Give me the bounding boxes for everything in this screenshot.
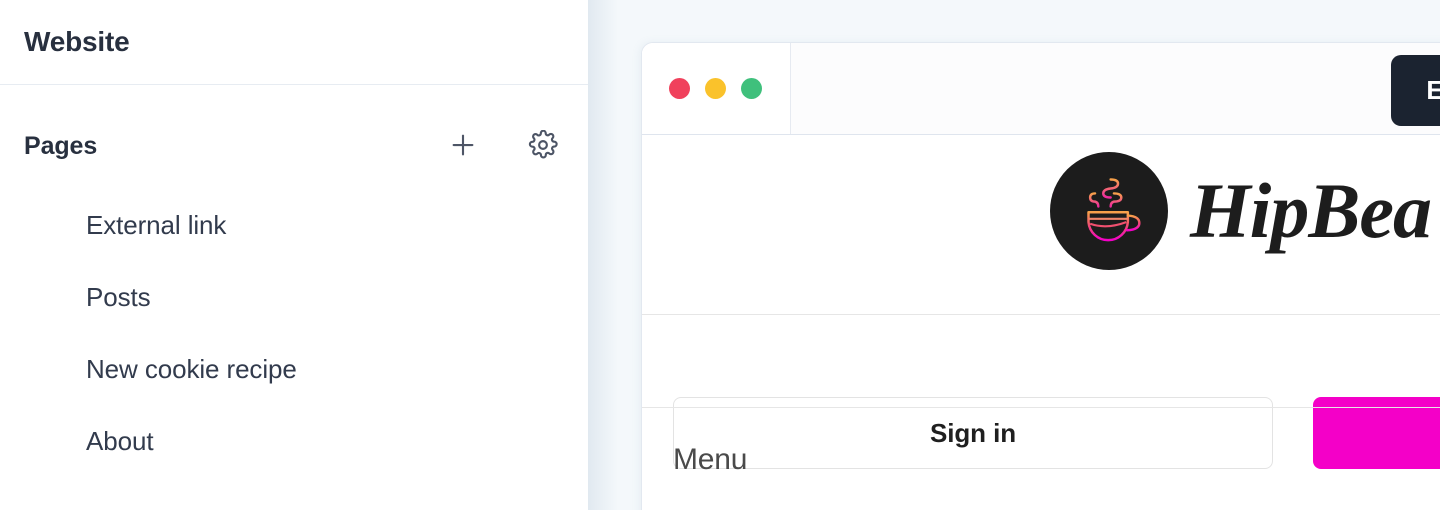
site-brand: HipBea [1050, 152, 1432, 270]
preview-canvas: Hip Bean [588, 0, 1440, 510]
add-page-button[interactable] [442, 125, 484, 167]
site-section-divider [642, 407, 1440, 408]
close-window-dot[interactable] [669, 78, 690, 99]
browser-tab[interactable]: Hip Bean [790, 43, 1440, 134]
sidebar-item-external-link[interactable]: External link [24, 189, 564, 261]
pages-settings-button[interactable] [522, 125, 564, 167]
sidebar-header: Website [0, 0, 588, 85]
pages-list: External link Posts New cookie recipe Ab… [0, 189, 588, 477]
coffee-cup-icon [1068, 168, 1150, 255]
sidebar-item-about[interactable]: About [24, 405, 564, 477]
edit-page-tooltip[interactable]: Edit page [1391, 55, 1440, 126]
menu-heading: Menu [673, 443, 748, 476]
sidebar-item-new-cookie-recipe[interactable]: New cookie recipe [24, 333, 564, 405]
window-controls [642, 43, 790, 134]
page-item-label: About [86, 425, 154, 456]
edit-page-tooltip-label: Edit page [1426, 75, 1440, 105]
canvas-edge-shadow [588, 0, 618, 510]
browser-chrome-bar: Hip Bean [642, 43, 1440, 135]
sidebar-item-posts[interactable]: Posts [24, 261, 564, 333]
minimize-window-dot[interactable] [705, 78, 726, 99]
page-item-label: New cookie recipe [86, 353, 297, 384]
brand-wordmark: HipBea [1190, 167, 1432, 254]
brand-logo-badge [1050, 152, 1168, 270]
menu-section: Menu [673, 443, 747, 477]
site-header: HipBea Sign in [642, 135, 1440, 469]
page-item-label: Posts [86, 281, 151, 312]
pages-section-header: Pages [0, 107, 588, 185]
pages-label: Pages [24, 131, 98, 160]
plus-icon [448, 130, 478, 163]
maximize-window-dot[interactable] [741, 78, 762, 99]
browser-mock-window: Hip Bean [641, 42, 1440, 510]
app-root: Website Pages External link Posts New co… [0, 0, 1440, 510]
gear-icon [528, 129, 558, 163]
page-title: Website [24, 26, 130, 57]
page-item-label: External link [86, 209, 227, 240]
website-sidebar: Website Pages External link Posts New co… [0, 0, 588, 510]
